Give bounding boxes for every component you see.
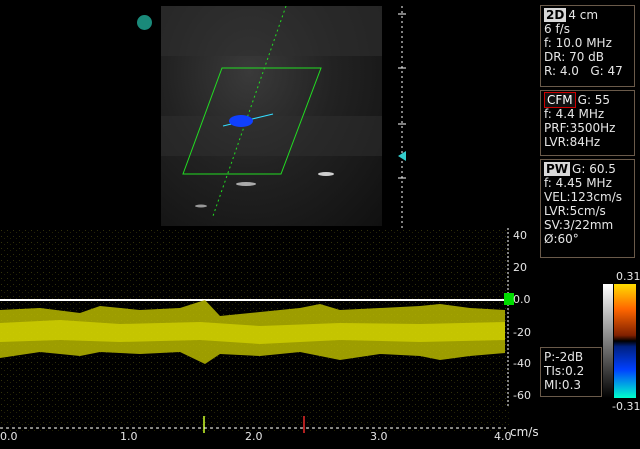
mode-pw-label[interactable]: PW — [544, 162, 571, 176]
params-cfm-panel: CFM G: 55 f: 4.4 MHz PRF:3500Hz LVR:84Hz — [540, 90, 635, 156]
mode-2d-label[interactable]: 2D — [544, 8, 567, 22]
velocity-unit: cm/s — [510, 425, 539, 439]
lvr-cfm: LVR:84Hz — [544, 135, 601, 149]
x-tick-0: 0.0 — [0, 430, 18, 443]
params-2d-panel: 2D 4 cm 6 f/s f: 10.0 MHz DR: 70 dB R: 4.… — [540, 5, 635, 87]
depth-scale — [398, 6, 406, 228]
lvr-pw: LVR:5cm/s — [544, 204, 606, 218]
power-p: P:-2dB — [544, 350, 584, 364]
y-tick-m60: -60 — [513, 389, 531, 402]
color-velocity-bar — [614, 284, 636, 398]
y-tick-0: 0.0 — [513, 293, 531, 306]
sample-volume: SV:3/22mm — [544, 218, 614, 232]
mode-cfm-label[interactable]: CFM — [544, 92, 576, 108]
resolution: R: 4.0 — [544, 64, 579, 78]
velocity: VEL:123cm/s — [544, 190, 623, 204]
prf: PRF:3500Hz — [544, 121, 616, 135]
gain-cfm: G: 55 — [577, 93, 611, 107]
dynamic-range: DR: 70 dB — [544, 50, 604, 64]
bmode-image[interactable] — [161, 6, 382, 226]
y-tick-40: 40 — [513, 229, 527, 242]
orientation-marker — [137, 15, 152, 30]
x-tick-1: 1.0 — [120, 430, 138, 443]
doppler-spectrum[interactable] — [0, 228, 510, 433]
x-tick-3: 3.0 — [370, 430, 388, 443]
gain-2d: G: 47 — [590, 64, 623, 78]
frequency-cfm: f: 4.4 MHz — [544, 107, 605, 121]
angle: Ø:60° — [544, 232, 579, 246]
color-scale-bottom: -0.31 — [612, 400, 640, 413]
y-tick-20: 20 — [513, 261, 527, 274]
x-tick-4: 4.0 — [494, 430, 512, 443]
x-tick-2: 2.0 — [245, 430, 263, 443]
frame-rate: 6 f/s — [544, 22, 570, 36]
frequency-pw: f: 4.45 MHz — [544, 176, 612, 190]
frequency-2d: f: 10.0 MHz — [544, 36, 612, 50]
power-mi: MI:0.3 — [544, 378, 582, 392]
focus-marker — [398, 151, 406, 161]
power-tis: TIs:0.2 — [544, 364, 585, 378]
bmode-overlay — [161, 6, 382, 217]
gain-pw: G: 60.5 — [572, 162, 616, 176]
color-flow — [229, 115, 253, 127]
params-pw-panel: PW G: 60.5 f: 4.45 MHz VEL:123cm/s LVR:5c… — [540, 159, 635, 258]
color-scale-top: 0.31 — [616, 270, 640, 283]
power-panel: P:-2dB TIs:0.2 MI:0.3 — [540, 347, 602, 397]
y-tick-m40: -40 — [513, 357, 531, 370]
depth-value: 4 cm — [568, 8, 599, 22]
grayscale-bar — [603, 284, 613, 398]
y-tick-m20: -20 — [513, 326, 531, 339]
velocity-scale — [507, 228, 509, 408]
